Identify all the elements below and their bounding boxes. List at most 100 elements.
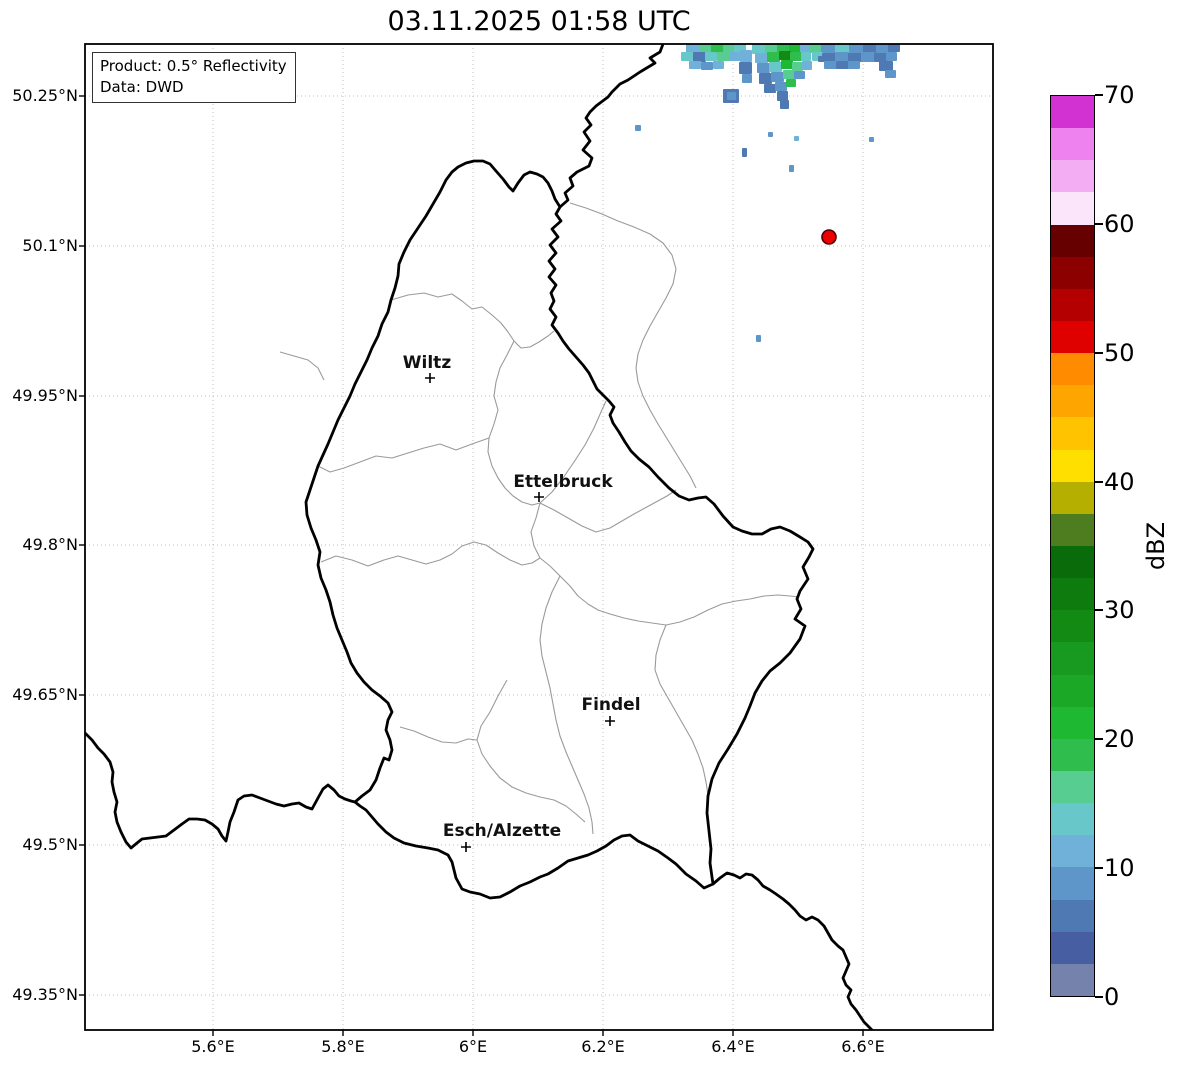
radar-cell — [756, 335, 761, 342]
radar-cell — [792, 62, 803, 71]
x-tick-label: 5.6°E — [191, 1037, 235, 1056]
radar-cell — [727, 92, 736, 100]
radar-cell — [705, 52, 717, 61]
radar-cell — [836, 61, 849, 69]
radar-cell — [876, 44, 889, 53]
radar-cell — [777, 91, 788, 101]
radar-cell — [835, 52, 849, 61]
colorbar-segment — [1051, 96, 1094, 129]
radar-cell — [759, 73, 772, 84]
colorbar-segment — [1051, 449, 1094, 482]
storm-cell-marker — [821, 229, 837, 245]
colorbar-tick-label: 10 — [1104, 854, 1135, 883]
legend-data-line: Data: DWD — [100, 78, 184, 96]
radar-cell — [861, 52, 875, 62]
radar-cell — [780, 100, 789, 109]
city-labels: Wiltz Ettelbruck Findel Esch/Alzette — [403, 353, 641, 841]
grid-lines — [85, 44, 993, 1030]
radar-cell — [713, 61, 724, 69]
radar-cell — [888, 44, 900, 52]
colorbar-tick-mark — [1095, 351, 1103, 354]
y-tick-label: 49.95°N — [12, 386, 78, 405]
colorbar — [1050, 95, 1095, 997]
radar-cell — [757, 63, 770, 73]
colorbar-tick-label: 70 — [1104, 81, 1135, 109]
radar-cell — [849, 44, 864, 53]
radar-cell — [885, 70, 896, 78]
radar-cell — [800, 44, 811, 53]
radar-cell — [781, 60, 793, 69]
radar-cell — [822, 53, 836, 62]
legend-box: Product: 0.5° Reflectivity Data: DWD — [92, 52, 296, 103]
colorbar-tick-mark — [1095, 609, 1103, 612]
radar-cell — [810, 44, 822, 53]
colorbar-tick-label: 0 — [1104, 983, 1120, 1011]
radar-cell — [789, 165, 794, 172]
radar-cell — [765, 44, 778, 53]
colorbar-tick-mark — [1095, 94, 1103, 96]
radar-cell — [755, 53, 768, 63]
radar-cell — [742, 74, 752, 83]
colorbar-segment — [1051, 835, 1094, 868]
radar-cell — [717, 52, 730, 61]
radar-cell — [769, 62, 782, 72]
colorbar-segment — [1051, 545, 1094, 579]
colorbar-segment — [1051, 256, 1094, 289]
colorbar-segment — [1051, 224, 1094, 257]
city-label: Esch/Alzette — [443, 821, 561, 841]
colorbar-segment — [1051, 128, 1094, 161]
radar-cell — [693, 52, 706, 62]
colorbar-segment — [1051, 288, 1094, 321]
colorbar-segment — [1051, 353, 1094, 386]
colorbar-tick-mark — [1095, 867, 1103, 870]
colorbar-segment — [1051, 642, 1094, 675]
country-borders — [85, 44, 874, 1030]
colorbar-segment — [1051, 610, 1094, 643]
y-tick-label: 49.35°N — [12, 985, 78, 1004]
radar-cell — [790, 52, 802, 61]
radar-cell — [723, 44, 735, 52]
colorbar-segment — [1051, 192, 1094, 225]
colorbar-axis-label: dBZ — [1142, 521, 1170, 571]
colorbar-segment — [1051, 160, 1094, 193]
colorbar-segment — [1051, 738, 1094, 771]
colorbar-tick-label: 40 — [1104, 467, 1135, 496]
radar-cell — [783, 70, 795, 79]
x-tick-label: 6.4°E — [711, 1037, 755, 1056]
radar-cell — [681, 52, 693, 61]
y-tick-label: 49.65°N — [12, 685, 78, 704]
colorbar-tick-mark — [1095, 222, 1103, 225]
radar-map-figure: 03.11.2025 01:58 UTC Wiltz Ettelbruck Fi… — [0, 0, 1184, 1081]
radar-cell — [689, 61, 701, 69]
radar-cell — [775, 82, 787, 91]
colorbar-tick-label: 30 — [1104, 596, 1135, 625]
x-tick-label: 6.2°E — [581, 1037, 625, 1056]
city-label: Ettelbruck — [513, 472, 613, 492]
radar-cell — [729, 52, 741, 61]
y-tick-label: 50.1°N — [22, 236, 78, 255]
colorbar-segment — [1051, 899, 1094, 932]
radar-cell — [764, 84, 776, 93]
marker-layer — [425, 229, 837, 852]
plot-frame — [84, 43, 994, 1031]
france-belgium-border — [85, 731, 357, 850]
radar-cell — [848, 61, 860, 69]
colorbar-segment — [1051, 417, 1094, 450]
radar-cell — [635, 125, 641, 131]
radar-cell — [794, 71, 805, 79]
colorbar-tick-mark — [1095, 480, 1103, 483]
radar-cell — [742, 148, 747, 157]
district-borders — [279, 202, 800, 835]
x-tick-label: 5.8°E — [321, 1037, 365, 1056]
france-germany-border — [711, 871, 874, 1030]
radar-cell — [779, 51, 791, 60]
colorbar-segment — [1051, 385, 1094, 418]
x-tick-label: 6°E — [458, 1037, 488, 1056]
legend-product-line: Product: 0.5° Reflectivity — [100, 57, 287, 75]
city-marker-cross — [461, 842, 471, 852]
map-plot: Wiltz Ettelbruck Findel Esch/Alzette — [79, 43, 994, 1036]
radar-cell — [801, 52, 811, 61]
radar-cell — [771, 72, 784, 82]
radar-cell — [802, 61, 812, 70]
radar-cell — [824, 61, 837, 69]
